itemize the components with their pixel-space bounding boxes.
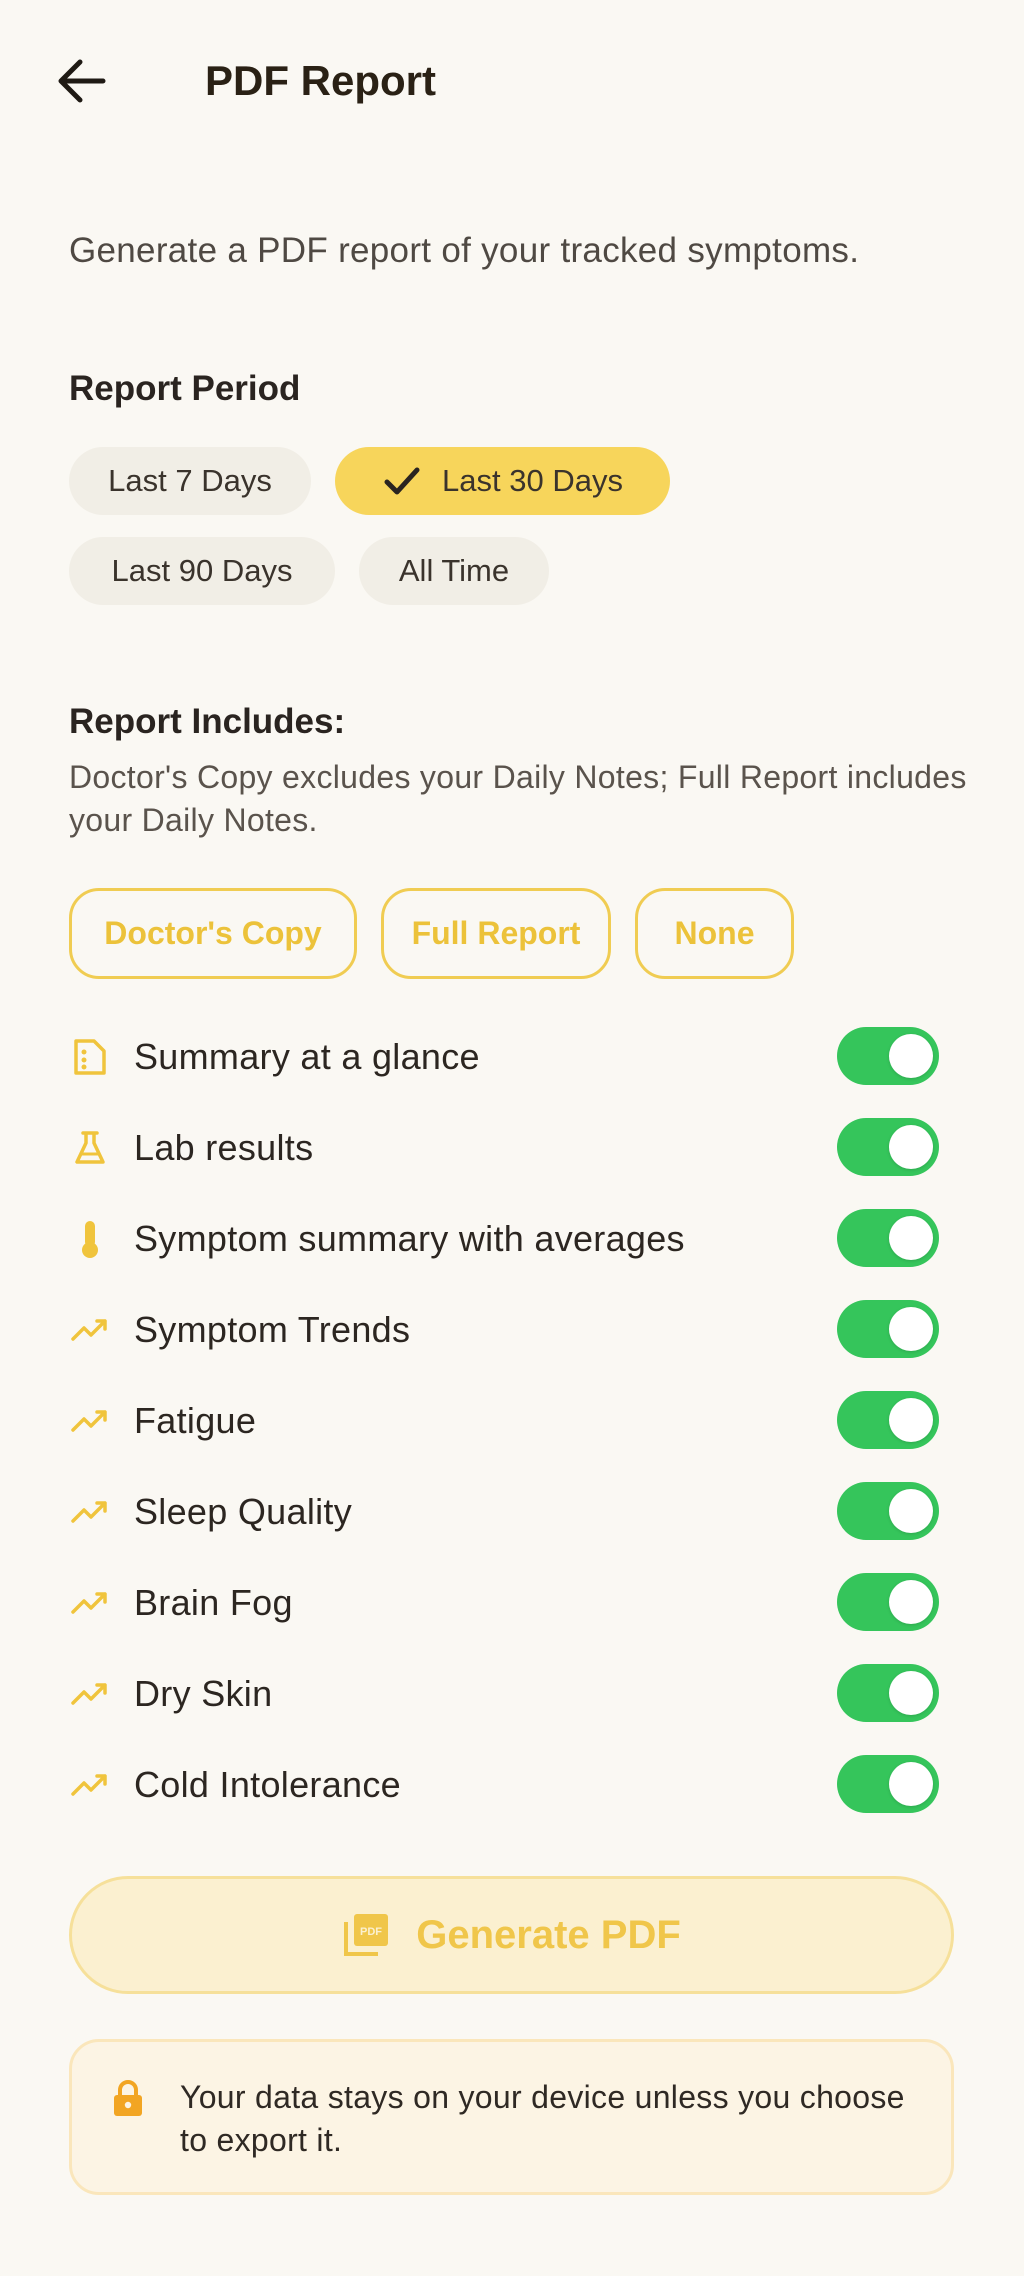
trend-icon (69, 1582, 111, 1624)
arrow-left-icon (58, 59, 106, 103)
flask-icon (69, 1127, 111, 1169)
option-label: Dry Skin (134, 1673, 273, 1714)
report-includes-description: Doctor's Copy excludes your Daily Notes;… (69, 759, 967, 838)
back-button[interactable] (46, 46, 116, 116)
option-row-dry-skin: Dry Skin (69, 1659, 939, 1729)
option-row-brain-fog: Brain Fog (69, 1568, 939, 1638)
privacy-note: Your data stays on your device unless yo… (69, 2039, 954, 2195)
option-row-cold-intolerance: Cold Intolerance (69, 1750, 939, 1820)
chip-label: All Time (398, 553, 510, 588)
toggle-knob (889, 1216, 933, 1260)
option-row-symptom-summary: Symptom summary with averages (69, 1204, 939, 1274)
toggle-knob (889, 1307, 933, 1351)
preset-label: Doctor's Copy (104, 915, 322, 951)
lock-icon (114, 2080, 142, 2116)
option-row-summary: Summary at a glance (69, 1022, 939, 1092)
preset-doctors-copy-button[interactable]: Doctor's Copy (69, 888, 357, 979)
chip-label: Last 30 Days (442, 463, 623, 498)
privacy-text: Your data stays on your device unless yo… (180, 2079, 905, 2158)
summary-icon (69, 1036, 111, 1078)
option-label: Fatigue (134, 1400, 257, 1441)
period-chip-all-time[interactable]: All Time (359, 537, 549, 605)
toggle-knob (889, 1125, 933, 1169)
toggle-knob (889, 1671, 933, 1715)
brain-fog-toggle[interactable] (837, 1573, 939, 1631)
summary-toggle[interactable] (837, 1027, 939, 1085)
generate-pdf-label: Generate PDF (416, 1912, 681, 1957)
trend-icon (69, 1673, 111, 1715)
intro-text: Generate a PDF report of your tracked sy… (69, 231, 860, 270)
period-chip-last-90-days[interactable]: Last 90 Days (69, 537, 335, 605)
option-label: Cold Intolerance (134, 1764, 401, 1805)
option-label: Lab results (134, 1127, 314, 1168)
option-label: Summary at a glance (134, 1036, 480, 1077)
preset-full-report-button[interactable]: Full Report (381, 888, 611, 979)
preset-label: None (674, 915, 755, 951)
toggle-knob (889, 1580, 933, 1624)
chip-label: Last 90 Days (111, 553, 293, 588)
svg-text:PDF: PDF (360, 1926, 382, 1938)
option-row-sleep-quality: Sleep Quality (69, 1477, 939, 1547)
fatigue-toggle[interactable] (837, 1391, 939, 1449)
symptom-trends-toggle[interactable] (837, 1300, 939, 1358)
lab-results-toggle[interactable] (837, 1118, 939, 1176)
symptom-summary-toggle[interactable] (837, 1209, 939, 1267)
trend-icon (69, 1309, 111, 1351)
option-label: Symptom Trends (134, 1309, 411, 1350)
chip-label: Last 7 Days (108, 463, 272, 498)
period-chip-last-7-days[interactable]: Last 7 Days (69, 447, 311, 515)
check-icon (384, 467, 420, 495)
toggle-knob (889, 1034, 933, 1078)
app-bar: PDF Report (0, 0, 1024, 162)
sleep-quality-toggle[interactable] (837, 1482, 939, 1540)
toggle-knob (889, 1762, 933, 1806)
trend-icon (69, 1400, 111, 1442)
option-label: Brain Fog (134, 1582, 293, 1623)
toggle-knob (889, 1398, 933, 1442)
trend-icon (69, 1764, 111, 1806)
toggle-knob (889, 1489, 933, 1533)
report-period-title: Report Period (69, 369, 301, 408)
page-title: PDF Report (205, 57, 436, 104)
period-chip-last-30-days[interactable]: Last 30 Days (335, 447, 670, 515)
option-label: Sleep Quality (134, 1491, 353, 1532)
preset-label: Full Report (411, 915, 581, 951)
thermometer-icon (69, 1218, 111, 1260)
option-row-fatigue: Fatigue (69, 1386, 939, 1456)
dry-skin-toggle[interactable] (837, 1664, 939, 1722)
preset-none-button[interactable]: None (635, 888, 794, 979)
option-label: Symptom summary with averages (134, 1218, 685, 1259)
option-row-lab-results: Lab results (69, 1113, 939, 1183)
pdf-icon: PDF (344, 1914, 389, 1956)
cold-intolerance-toggle[interactable] (837, 1755, 939, 1813)
option-row-symptom-trends: Symptom Trends (69, 1295, 939, 1365)
report-includes-title: Report Includes: (69, 702, 346, 741)
generate-pdf-button[interactable]: PDF Generate PDF (69, 1876, 954, 1994)
trend-icon (69, 1491, 111, 1533)
